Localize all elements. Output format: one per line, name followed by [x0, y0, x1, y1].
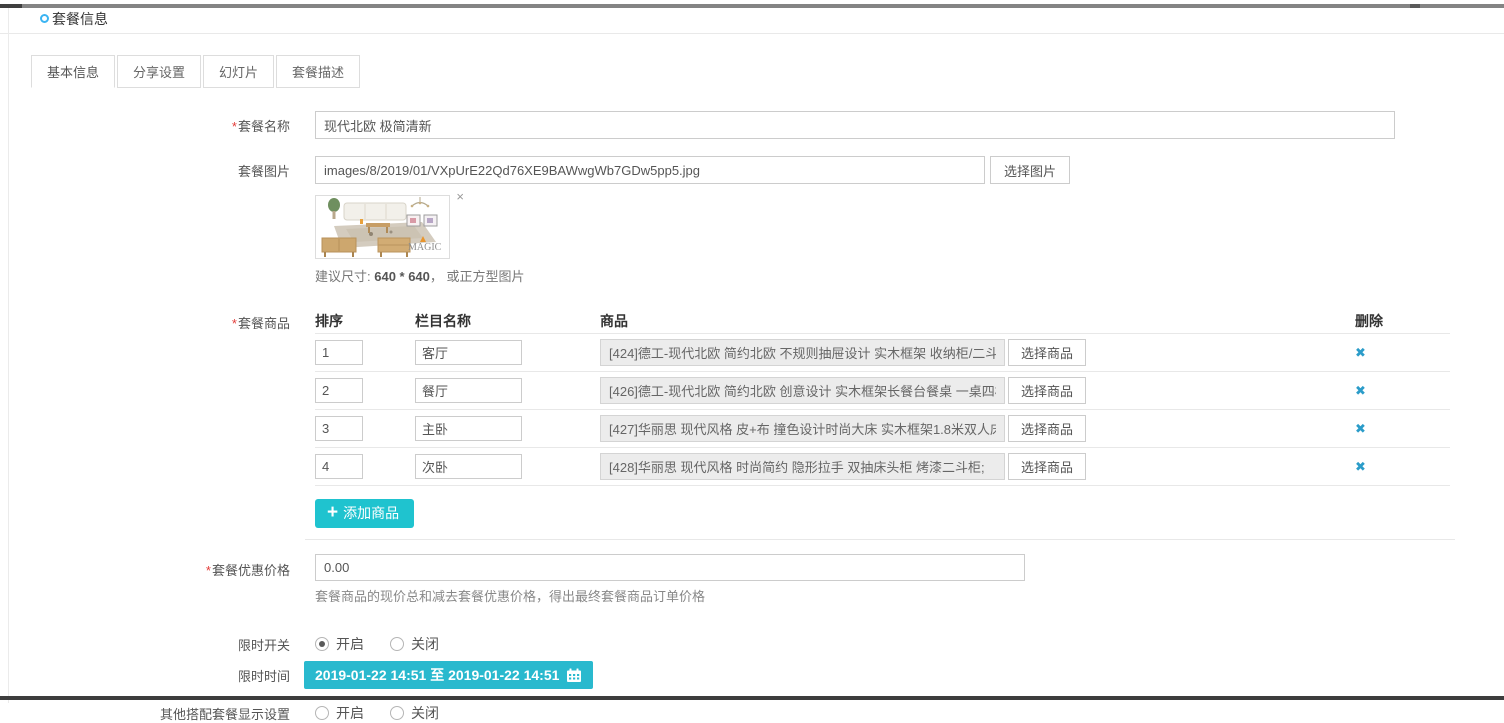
package-image-label: 套餐图片 — [0, 161, 290, 180]
price-hint: 套餐商品的现价总和减去套餐优惠价格，得出最终套餐商品订单价格 — [315, 586, 1025, 605]
category-input[interactable] — [415, 378, 522, 403]
delete-row-icon[interactable]: ✖ — [1355, 422, 1366, 435]
products-table: 排序 栏目名称 商品 删除 选择商品 ✖ 选择商品 ✖ — [315, 308, 1450, 486]
section-divider — [305, 539, 1455, 540]
page-title: 套餐信息 — [52, 9, 108, 29]
remove-image-icon[interactable]: × — [456, 190, 464, 203]
tab-slideshow[interactable]: 幻灯片 — [203, 55, 274, 88]
circle-icon — [40, 14, 49, 23]
column-header-category: 栏目名称 — [415, 311, 600, 331]
package-name-row: *套餐名称 — [0, 111, 1504, 139]
package-image-thumb-row: MAGIC × — [0, 195, 1504, 259]
column-header-product: 商品 — [600, 311, 628, 331]
time-limit-switch-row: 限时开关 开启 关闭 — [0, 634, 1504, 654]
calendar-icon — [566, 668, 582, 683]
package-image-row: 套餐图片 选择图片 — [0, 156, 1504, 184]
radio-off-icon[interactable] — [390, 637, 404, 651]
product-input — [600, 453, 1005, 480]
window-bottom-edge — [0, 696, 1504, 700]
plus-icon: + — [327, 503, 338, 522]
price-input[interactable] — [315, 554, 1025, 581]
radio-option-off[interactable]: 关闭 — [390, 634, 439, 654]
tab-package-description[interactable]: 套餐描述 — [276, 55, 360, 88]
radio-option-on[interactable]: 开启 — [315, 634, 364, 654]
radio-option-on[interactable]: 开启 — [315, 703, 364, 723]
image-size-hint-row: 建议尺寸: 640 * 640， 或正方型图片 — [0, 266, 1504, 285]
required-asterisk: * — [232, 316, 237, 331]
time-limit-range-row: 限时时间 2019-01-22 14:51 至 2019-01-22 14:51 — [0, 661, 1504, 689]
required-asterisk: * — [206, 563, 211, 578]
window-top-edge — [0, 4, 1504, 8]
product-row-1: 选择商品 ✖ — [315, 334, 1450, 372]
category-input[interactable] — [415, 454, 522, 479]
time-limit-range-label: 限时时间 — [0, 666, 290, 685]
tab-share-settings[interactable]: 分享设置 — [117, 55, 201, 88]
product-input — [600, 339, 1005, 366]
package-image-path-input[interactable] — [315, 156, 985, 184]
other-setting-row: 其他搭配套餐显示设置 开启 关闭 — [0, 703, 1504, 723]
package-products-label: *套餐商品 — [0, 308, 290, 332]
choose-product-button[interactable]: 选择商品 — [1008, 453, 1086, 480]
radio-on-icon[interactable] — [315, 637, 329, 651]
package-price-row: *套餐优惠价格 套餐商品的现价总和减去套餐优惠价格，得出最终套餐商品订单价格 — [0, 554, 1504, 605]
sort-input[interactable] — [315, 340, 363, 365]
delete-row-icon[interactable]: ✖ — [1355, 460, 1366, 473]
delete-row-icon[interactable]: ✖ — [1355, 346, 1366, 359]
image-size-hint: 建议尺寸: 640 * 640， 或正方型图片 — [315, 266, 525, 285]
sort-input[interactable] — [315, 454, 363, 479]
column-header-delete: 删除 — [1355, 308, 1383, 333]
package-products-row: *套餐商品 排序 栏目名称 商品 删除 选择商品 ✖ 选择商品 ✖ — [0, 308, 1504, 486]
radio-option-off[interactable]: 关闭 — [390, 703, 439, 723]
product-input — [600, 377, 1005, 404]
package-image-thumbnail: MAGIC — [315, 195, 450, 259]
product-row-2: 选择商品 ✖ — [315, 372, 1450, 410]
category-input[interactable] — [415, 340, 522, 365]
window-top-edge-dark-segment — [0, 4, 22, 8]
choose-product-button[interactable]: 选择商品 — [1008, 339, 1086, 366]
datetime-range-button[interactable]: 2019-01-22 14:51 至 2019-01-22 14:51 — [304, 661, 593, 689]
svg-text:MAGIC: MAGIC — [408, 242, 442, 253]
category-input[interactable] — [415, 416, 522, 441]
choose-product-button[interactable]: 选择商品 — [1008, 415, 1086, 442]
radio-on-icon[interactable] — [315, 706, 329, 720]
choose-image-button[interactable]: 选择图片 — [990, 156, 1070, 184]
product-row-3: 选择商品 ✖ — [315, 410, 1450, 448]
column-header-sort: 排序 — [315, 311, 415, 331]
time-limit-switch-label: 限时开关 — [0, 635, 290, 654]
choose-product-button[interactable]: 选择商品 — [1008, 377, 1086, 404]
tab-basic-info[interactable]: 基本信息 — [31, 55, 115, 88]
delete-row-icon[interactable]: ✖ — [1355, 384, 1366, 397]
tab-bar: 基本信息 分享设置 幻灯片 套餐描述 — [0, 55, 1504, 88]
panel-left-border — [8, 8, 9, 703]
sort-input[interactable] — [315, 378, 363, 403]
furniture-scene-image: MAGIC — [316, 196, 449, 258]
package-price-label: *套餐优惠价格 — [0, 554, 290, 579]
add-product-button[interactable]: + 添加商品 — [315, 499, 414, 528]
window-top-edge-notch — [1410, 4, 1420, 8]
package-name-label: *套餐名称 — [0, 116, 290, 135]
sort-input[interactable] — [315, 416, 363, 441]
panel-header: 套餐信息 — [0, 4, 1504, 34]
package-name-input[interactable] — [315, 111, 1395, 139]
product-row-4: 选择商品 ✖ — [315, 448, 1450, 486]
add-product-row: + 添加商品 — [0, 499, 1504, 528]
products-table-header: 排序 栏目名称 商品 删除 — [315, 308, 1450, 334]
radio-off-icon[interactable] — [390, 706, 404, 720]
product-input — [600, 415, 1005, 442]
other-setting-label: 其他搭配套餐显示设置 — [0, 704, 290, 723]
required-asterisk: * — [232, 119, 237, 134]
